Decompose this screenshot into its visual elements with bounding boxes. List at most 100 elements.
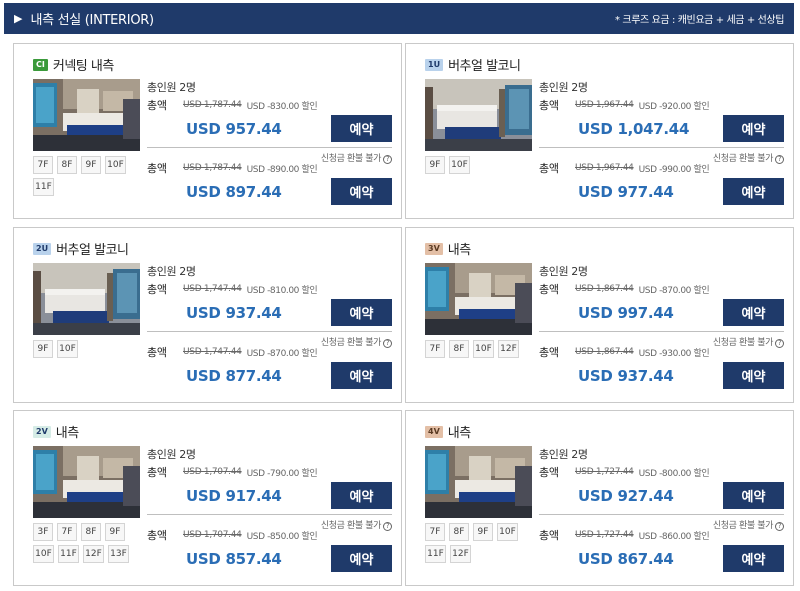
fare-row: 총액 USD 1,967.44 USD -920.00 할인 — [539, 97, 784, 113]
price-row: USD 857.44 예약 — [147, 545, 392, 572]
final-price: USD 1,047.44 — [578, 119, 690, 138]
discount-amount: USD -990.00 할인 — [638, 164, 710, 175]
total-label: 총액 — [539, 162, 559, 175]
deck-chip[interactable]: 11F — [58, 545, 79, 563]
deck-chip[interactable]: 10F — [473, 340, 494, 358]
deck-chip[interactable]: 9F — [81, 156, 101, 174]
help-circle-icon[interactable]: ? — [775, 339, 784, 348]
book-button[interactable]: 예약 — [331, 362, 392, 389]
help-circle-icon[interactable]: ? — [775, 155, 784, 164]
original-price: USD 1,747.44 — [183, 347, 242, 357]
cabin-photo[interactable] — [425, 79, 532, 151]
final-price: USD 877.44 — [186, 366, 282, 385]
collapse-triangle-icon[interactable]: ▶ — [14, 12, 22, 25]
price-row: USD 937.44 예약 — [147, 299, 392, 326]
final-price: USD 937.44 — [578, 366, 674, 385]
help-circle-icon[interactable]: ? — [775, 522, 784, 531]
total-label: 총액 — [539, 346, 559, 359]
deck-chip[interactable]: 7F — [57, 523, 77, 541]
book-button[interactable]: 예약 — [723, 178, 784, 205]
deck-chip[interactable]: 9F — [33, 340, 53, 358]
fare-row: 총액 USD 1,747.44 USD -810.00 할인 — [147, 281, 392, 297]
deck-chip[interactable]: 8F — [449, 340, 469, 358]
final-price: USD 937.44 — [186, 303, 282, 322]
total-label: 총액 — [147, 529, 167, 542]
book-button[interactable]: 예약 — [331, 299, 392, 326]
price-row: USD 997.44 예약 — [539, 299, 784, 326]
discount-amount: USD -800.00 할인 — [638, 468, 710, 479]
deck-chip[interactable]: 3F — [33, 523, 53, 541]
cabin-photo[interactable] — [33, 446, 140, 518]
deck-chip[interactable]: 7F — [33, 156, 53, 174]
fare-note: * 크루즈 요금 : 캐빈요금 + 세금 + 선상팁 — [615, 15, 784, 26]
help-circle-icon[interactable]: ? — [383, 155, 392, 164]
passenger-count: 총인원 2명 — [539, 265, 588, 278]
book-button[interactable]: 예약 — [331, 178, 392, 205]
cabin-photo[interactable] — [425, 446, 532, 518]
fare-row: 총액 USD 1,727.44 USD -800.00 할인 — [539, 464, 784, 480]
section-header[interactable]: ▶ 내측 선실 (INTERIOR) * 크루즈 요금 : 캐빈요금 + 세금 … — [4, 3, 794, 34]
cabin-name: 내측 — [55, 426, 79, 441]
discount-amount: USD -850.00 할인 — [246, 531, 318, 542]
deck-chip[interactable]: 9F — [473, 523, 493, 541]
cabin-header: 1U 버추얼 발코니 — [425, 55, 521, 74]
cabin-card: 1U 버추얼 발코니 9F 10F 총인원 2명 총액 USD 1,967.44 … — [405, 43, 794, 219]
cabin-header: 4V 내측 — [425, 422, 471, 441]
book-button[interactable]: 예약 — [331, 115, 392, 142]
deck-list: 9F 10F — [425, 156, 525, 174]
divider — [147, 147, 392, 148]
book-button[interactable]: 예약 — [723, 362, 784, 389]
divider — [147, 331, 392, 332]
refund-note-label: 신청금 환불 불가 — [712, 338, 773, 348]
deck-chip[interactable]: 10F — [57, 340, 78, 358]
help-circle-icon[interactable]: ? — [383, 522, 392, 531]
deck-chip[interactable]: 8F — [449, 523, 469, 541]
deck-chip[interactable]: 11F — [425, 545, 446, 563]
cabin-header: 2V 내측 — [33, 422, 79, 441]
cabin-photo[interactable] — [425, 263, 532, 335]
book-button[interactable]: 예약 — [331, 482, 392, 509]
deck-chip[interactable]: 13F — [108, 545, 129, 563]
total-label: 총액 — [539, 529, 559, 542]
cabin-photo[interactable] — [33, 79, 140, 151]
deck-chip[interactable]: 9F — [425, 156, 445, 174]
cabin-code-badge: CI — [33, 58, 48, 71]
book-button[interactable]: 예약 — [723, 482, 784, 509]
deck-chip[interactable]: 8F — [81, 523, 101, 541]
help-circle-icon[interactable]: ? — [383, 339, 392, 348]
deck-chip[interactable]: 10F — [449, 156, 470, 174]
final-price: USD 867.44 — [578, 549, 674, 568]
deck-chip[interactable]: 7F — [425, 523, 445, 541]
deck-chip[interactable]: 12F — [450, 545, 471, 563]
book-button[interactable]: 예약 — [723, 299, 784, 326]
total-label: 총액 — [539, 99, 559, 112]
deck-chip[interactable]: 12F — [498, 340, 519, 358]
book-button[interactable]: 예약 — [723, 115, 784, 142]
deck-chip[interactable]: 10F — [497, 523, 518, 541]
final-price: USD 927.44 — [578, 486, 674, 505]
book-button[interactable]: 예약 — [723, 545, 784, 572]
price-row: USD 917.44 예약 — [147, 482, 392, 509]
fare-info: 총인원 2명 총액 USD 1,747.44 USD -810.00 할인 US… — [147, 263, 392, 389]
book-button[interactable]: 예약 — [331, 545, 392, 572]
fare-info: 총인원 2명 총액 USD 1,727.44 USD -800.00 할인 US… — [539, 446, 784, 572]
discount-amount: USD -920.00 할인 — [638, 101, 710, 112]
total-label: 총액 — [147, 466, 167, 479]
cabin-photo[interactable] — [33, 263, 140, 335]
original-price: USD 1,867.44 — [575, 347, 634, 357]
total-label: 총액 — [539, 466, 559, 479]
cabin-code-badge: 4V — [425, 425, 443, 438]
discount-amount: USD -930.00 할인 — [638, 348, 710, 359]
passenger-count: 총인원 2명 — [147, 448, 196, 461]
deck-chip[interactable]: 8F — [57, 156, 77, 174]
deck-chip[interactable]: 10F — [33, 545, 54, 563]
deck-chip[interactable]: 11F — [33, 178, 54, 196]
refund-note-label: 신청금 환불 불가 — [320, 338, 381, 348]
original-price: USD 1,867.44 — [575, 284, 634, 294]
deck-chip[interactable]: 12F — [83, 545, 104, 563]
final-price: USD 917.44 — [186, 486, 282, 505]
deck-chip[interactable]: 9F — [105, 523, 125, 541]
deck-chip[interactable]: 10F — [105, 156, 126, 174]
deck-chip[interactable]: 7F — [425, 340, 445, 358]
cabin-card: 3V 내측 7F 8F 10F 12F 총인원 2명 총액 USD 1,867.44 … — [405, 227, 794, 403]
